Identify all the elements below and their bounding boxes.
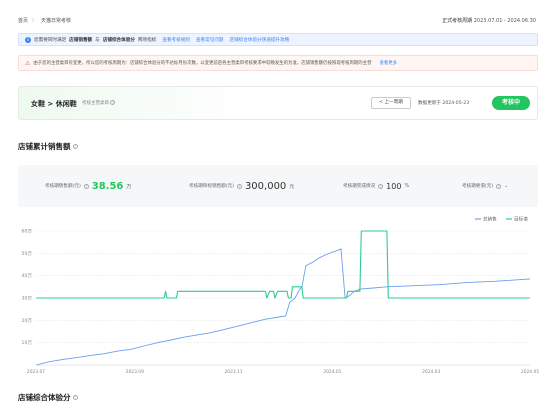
info-text-1: 您需要同时满足 <box>34 37 67 43</box>
help-icon[interactable]: ? <box>72 144 78 149</box>
y-tick-label: 50万 <box>22 251 33 257</box>
chevron-down-icon[interactable]: ⌄ <box>504 183 508 189</box>
help-icon[interactable]: ? <box>496 183 502 189</box>
metric-required-label: 考核期要值(元) <box>462 184 494 189</box>
help-icon[interactable]: ? <box>110 100 116 105</box>
metrics-panel: 考核期销售额(元) ? 38.56 万 考核期目标销售额(元) ? 300,00… <box>18 165 538 207</box>
info-icon: i <box>25 36 31 43</box>
y-tick-label: 20万 <box>22 318 33 324</box>
category-subtitle-text: 考核主营类目 <box>82 101 109 106</box>
status-badge: 考核中 <box>492 96 530 110</box>
legend-label: 总销售 <box>483 216 497 223</box>
category-title: 女鞋 > 休闲鞋 <box>31 100 77 108</box>
metric-sales: 考核期销售额(元) ? 38.56 万 <box>45 165 131 207</box>
metric-sales-unit: 万 <box>126 183 132 190</box>
target-value-line <box>36 230 530 299</box>
metric-completion-value: 100 <box>386 181 402 191</box>
metric-target: 考核期目标销售额(元) ? 300,000 元 <box>189 165 294 207</box>
x-tick-label: 2023.07 <box>27 369 45 375</box>
sales-line-chart: 60万 50万 40万 30万 20万 10万 2023.07 2023.09 2023.11… <box>22 216 540 375</box>
assessment-period: 正式考核周期 2023.07.01 - 2024.06.30 <box>442 17 536 24</box>
chart-y-labels: 60万 50万 40万 30万 20万 10万 <box>22 229 33 347</box>
warning-text: 由于您的主营类目有变更，所以您的考核周期为：店铺综合体验分的不达标月份次数，以变… <box>33 61 372 66</box>
sales-section-title: 店铺累计销售额 ? <box>18 141 78 152</box>
info-strong-2: 店铺综合体验分 <box>102 37 135 43</box>
metric-completion: 考核期完成情况 ? 100 % <box>343 165 409 207</box>
see-more-link[interactable]: 查看更多 <box>379 60 397 66</box>
metric-completion-label: 考核期完成情况 <box>343 184 376 189</box>
experience-score-section-title: 店铺综合体验分 ? <box>18 392 78 403</box>
breadcrumb-current: 天猫日常考核 <box>41 18 72 24</box>
x-tick-label: 2024.05 <box>521 369 539 375</box>
period-range: 2023.07.01 - 2024.06.30 <box>473 18 536 24</box>
help-icon[interactable]: ? <box>236 183 242 189</box>
x-tick-label: 2024.03 <box>422 369 440 375</box>
help-icon[interactable]: ? <box>378 183 384 189</box>
experience-score-title-text: 店铺综合体验分 <box>18 393 71 402</box>
metric-required: 考核期要值(元) ? ⌄ <box>462 165 508 207</box>
sales-section-title-text: 店铺累计销售额 <box>18 142 71 151</box>
x-tick-label: 2023.11 <box>225 369 243 375</box>
breadcrumb-home[interactable]: 首页 <box>18 17 28 24</box>
score-guide-link[interactable]: 店铺综合体验分快速提升攻略 <box>229 37 289 43</box>
warning-banner: ⚠ 由于您的主营类目有变更，所以您的考核周期为：店铺综合体验分的不达标月份次数，… <box>18 55 538 71</box>
y-tick-label: 10万 <box>22 340 33 346</box>
faq-link[interactable]: 查看常见问题 <box>196 37 224 43</box>
y-tick-label: 60万 <box>22 229 33 235</box>
info-strong-1: 店铺销售额 <box>69 37 93 43</box>
breadcrumb-separator: 〉 <box>32 18 38 24</box>
y-tick-label: 40万 <box>22 273 33 279</box>
metric-target-value: 300,000 <box>244 180 287 192</box>
total-sales-line <box>35 248 531 366</box>
x-tick-label: 2023.09 <box>126 369 144 375</box>
chart-x-labels: 2023.07 2023.09 2023.11 2024.01 2024.03 2024.… <box>27 369 539 375</box>
legend-label: 目标值 <box>514 216 528 223</box>
warning-icon: ⚠ <box>25 59 31 67</box>
rules-link[interactable]: 查看考核规则 <box>162 37 190 43</box>
category-subtitle: 考核主营类目 ? <box>82 100 116 106</box>
period-label: 正式考核周期 <box>442 18 473 24</box>
breadcrumb: 首页 〉 天猫日常考核 <box>18 17 71 24</box>
data-updated-text: 数据更新于 2024-05-23 <box>418 101 470 106</box>
help-icon[interactable]: ? <box>72 395 78 400</box>
y-tick-label: 30万 <box>22 296 33 302</box>
top-bar: 首页 〉 天猫日常考核 正式考核周期 2023.07.01 - 2024.06.… <box>0 0 550 30</box>
metric-sales-label: 考核期销售额(元) <box>45 184 81 189</box>
metric-completion-unit: % <box>404 183 410 189</box>
metric-sales-value: 38.56 <box>91 180 124 192</box>
info-banner: i 您需要同时满足 店铺销售额 与 店铺综合体验分 两项指标 查看考核规则 查看… <box>18 33 538 46</box>
metric-target-label: 考核期目标销售额(元) <box>189 184 234 189</box>
info-text-2: 两项指标 <box>137 37 157 43</box>
metric-target-unit: 元 <box>289 183 295 190</box>
info-mid: 与 <box>95 37 100 43</box>
previous-period-button[interactable]: < 上一周期 <box>371 97 411 109</box>
category-card: 女鞋 > 休闲鞋 考核主营类目 ? < 上一周期 数据更新于 2024-05-2… <box>18 86 538 120</box>
chart-legend: 总销售 目标值 <box>475 216 528 223</box>
x-tick-label: 2024.01 <box>323 369 341 375</box>
help-icon[interactable]: ? <box>83 183 89 189</box>
